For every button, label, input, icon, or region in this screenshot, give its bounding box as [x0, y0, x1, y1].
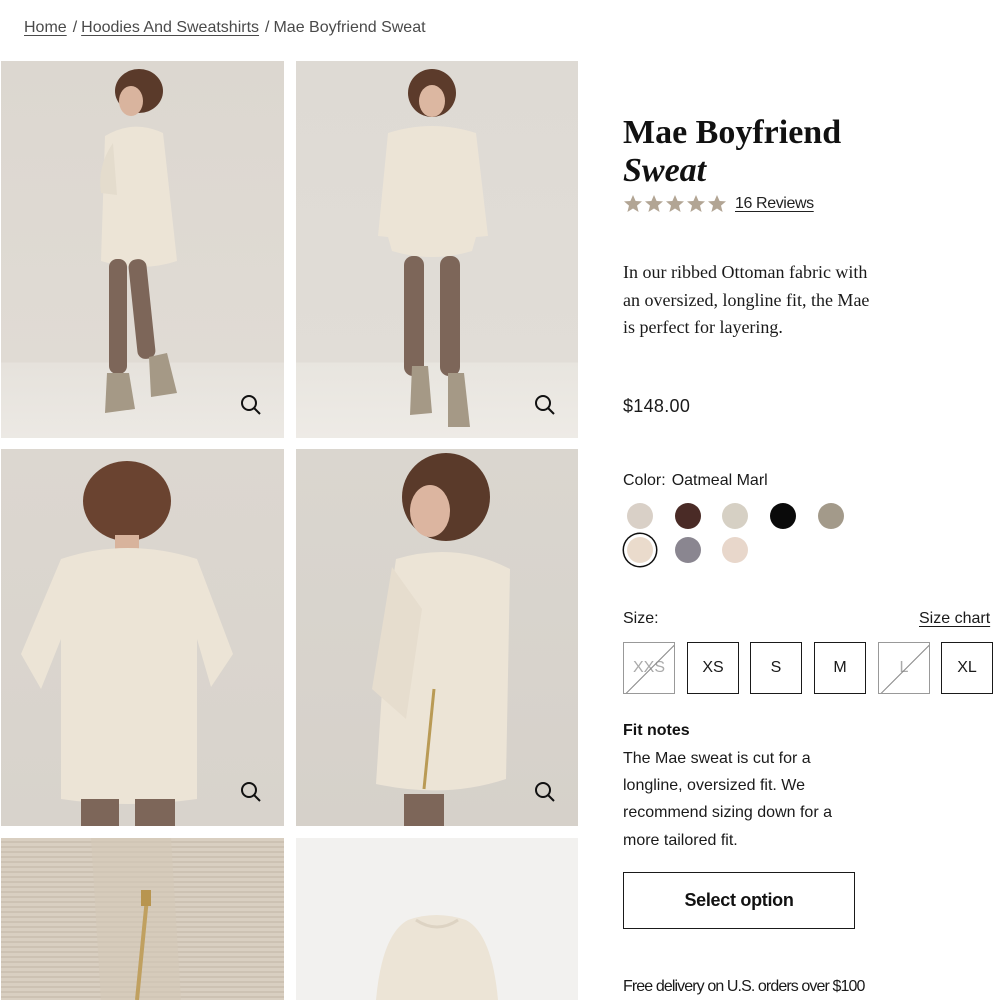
- color-swatch[interactable]: [818, 503, 844, 529]
- reviews-link[interactable]: 16 Reviews: [735, 195, 814, 213]
- size-option-xl[interactable]: XL: [941, 642, 993, 694]
- breadcrumb-separator: /: [72, 19, 78, 36]
- product-title-line1: Mae Boyfriend: [623, 114, 842, 151]
- model-back-photo: [21, 461, 233, 826]
- size-option-xs[interactable]: XS: [687, 642, 739, 694]
- breadcrumb-home-link[interactable]: Home: [24, 19, 67, 36]
- size-label: Size:: [623, 610, 659, 627]
- star-icon: [687, 195, 705, 212]
- color-swatch[interactable]: [627, 503, 653, 529]
- selected-color-name: Oatmeal Marl: [671, 472, 768, 489]
- fabric-closeup-photo: [91, 838, 181, 1000]
- breadcrumb: Home / Hoodies And Sweatshirts / Mae Boyfrie…: [24, 19, 426, 37]
- product-image-5[interactable]: [1, 838, 284, 1000]
- color-swatch[interactable]: [675, 503, 701, 529]
- product-title-line2: Sweat: [623, 152, 707, 189]
- product-image-4[interactable]: [296, 449, 578, 826]
- color-swatch-selected[interactable]: [627, 537, 653, 563]
- color-label: Color: Oatmeal Marl: [623, 472, 768, 490]
- flat-product-photo: [376, 915, 498, 1000]
- product-title: Mae Boyfriend Sweat: [623, 114, 841, 190]
- product-image-2[interactable]: [296, 61, 578, 438]
- model-zip-detail-photo: [372, 453, 510, 826]
- breadcrumb-separator: /: [265, 19, 270, 36]
- color-label-text: Color:: [623, 472, 666, 489]
- zoom-icon[interactable]: [533, 393, 557, 417]
- breadcrumb-current: Mae Boyfriend Sweat: [273, 19, 426, 36]
- size-option-s[interactable]: S: [750, 642, 802, 694]
- model-side-photo: [100, 69, 177, 413]
- color-swatch[interactable]: [770, 503, 796, 529]
- star-icon: [708, 195, 726, 212]
- star-icon: [666, 195, 684, 212]
- zoom-icon[interactable]: [533, 780, 557, 804]
- fit-notes-title: Fit notes: [623, 722, 690, 739]
- product-image-3[interactable]: [1, 449, 284, 826]
- model-front-photo: [378, 69, 488, 427]
- product-price: $148.00: [623, 396, 691, 416]
- color-swatch[interactable]: [722, 503, 748, 529]
- rating: 16 Reviews: [623, 194, 814, 214]
- zoom-icon[interactable]: [239, 393, 263, 417]
- color-swatch[interactable]: [675, 537, 701, 563]
- size-chart-link[interactable]: Size chart: [919, 610, 990, 628]
- star-icon: [624, 195, 642, 212]
- breadcrumb-category-link[interactable]: Hoodies And Sweatshirts: [81, 19, 259, 36]
- size-option-xxs[interactable]: XXS: [623, 642, 675, 694]
- product-image-6[interactable]: [296, 838, 578, 1000]
- zoom-icon[interactable]: [239, 780, 263, 804]
- fit-notes-text: The Mae sweat is cut for a longline, ove…: [623, 750, 832, 849]
- star-rating: [623, 194, 727, 214]
- product-description: In our ribbed Ottoman fabric with an ove…: [623, 262, 870, 337]
- delivery-note: Free delivery on U.S. orders over $100: [623, 978, 865, 995]
- product-image-1[interactable]: [1, 61, 284, 438]
- size-option-l[interactable]: L: [878, 642, 930, 694]
- size-option-m[interactable]: M: [814, 642, 866, 694]
- color-swatch[interactable]: [722, 537, 748, 563]
- select-option-button[interactable]: Select option: [623, 872, 855, 929]
- star-icon: [645, 195, 663, 212]
